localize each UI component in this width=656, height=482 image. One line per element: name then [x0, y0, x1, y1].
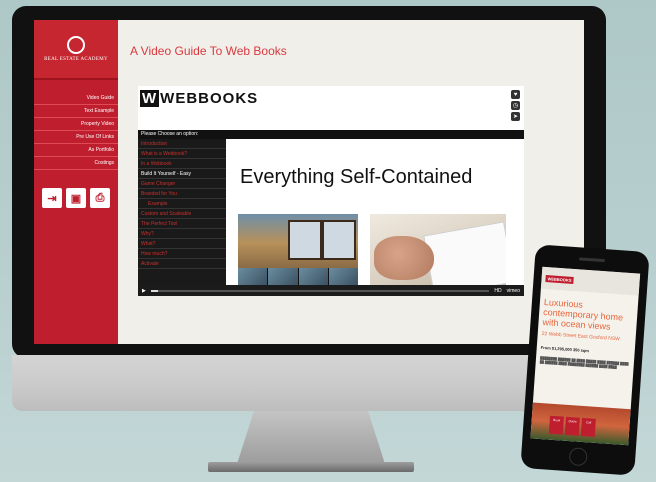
chapter-item[interactable]: Activate: [138, 259, 226, 269]
listing-address: 22 Webb Street East Gosford NSW: [541, 330, 621, 343]
webbooks-logo: W WEBBOOKS: [140, 90, 258, 107]
share-arrow-icon[interactable]: ➤: [511, 112, 520, 121]
thumbnail[interactable]: [298, 268, 328, 286]
imac-chin: [12, 355, 606, 411]
imac-stand-base: [208, 462, 414, 472]
chapter-item[interactable]: Game Changer: [138, 179, 226, 189]
document-shape: [423, 221, 506, 286]
share-icons: ⇥ ▣ ⎙: [34, 188, 118, 208]
hand-shape: [374, 236, 434, 280]
imac-stand: [236, 411, 386, 467]
call-button[interactable]: Call: [580, 417, 596, 437]
chapter-item-active[interactable]: Build It Yourself - Easy: [138, 169, 226, 179]
chapter-item[interactable]: Custom and Scaleable: [138, 209, 226, 219]
vimeo-logo[interactable]: vimeo: [507, 288, 520, 294]
imac-monitor: REAL ESTATE ACADEMY Video Guide Text Exa…: [12, 6, 606, 358]
interior-photo: [238, 214, 358, 286]
brand-logo[interactable]: REAL ESTATE ACADEMY: [34, 20, 118, 80]
player-controls: ▶ HD vimeo: [138, 285, 524, 296]
print-icon[interactable]: ⎙: [90, 188, 110, 208]
nav-property-video[interactable]: Property Video: [34, 118, 118, 131]
signing-photo: [370, 214, 506, 286]
phone-speaker: [578, 257, 606, 263]
phone-logo[interactable]: WEBBOOKS: [545, 274, 574, 284]
logo-icon: [67, 36, 85, 54]
progress-bar[interactable]: [150, 289, 490, 292]
heart-icon[interactable]: ♥: [511, 90, 520, 99]
listing-description: ████████ ██████ ██ ████ █████ ████ █████…: [539, 355, 629, 370]
save-icon[interactable]: ▣: [66, 188, 86, 208]
choose-option-bar: Please Choose an option:: [138, 130, 524, 139]
home-button[interactable]: [568, 447, 588, 467]
thumbnail[interactable]: [268, 268, 298, 286]
nav-costings[interactable]: Costings: [34, 157, 118, 170]
clock-icon[interactable]: ◷: [511, 101, 520, 110]
chapter-item[interactable]: Why?: [138, 229, 226, 239]
nav-video-guide[interactable]: Video Guide: [34, 92, 118, 105]
nav-text-example[interactable]: Text Example: [34, 105, 118, 118]
phone-header: WEBBOOKS: [540, 266, 641, 296]
phone-screen: WEBBOOKS Luxurious contemporary home wit…: [530, 266, 641, 446]
chapter-item[interactable]: What is a Webbook?: [138, 149, 226, 159]
thumbnail-strip: [238, 268, 358, 286]
chapter-item[interactable]: Branded for You: [138, 189, 226, 199]
listing-title: Luxurious contemporary home with ocean v…: [542, 297, 624, 332]
nav-pre-use-of-links[interactable]: Pre Use Of Links: [34, 131, 118, 144]
chapter-item[interactable]: The Perfect Tool: [138, 219, 226, 229]
site-nav: Video Guide Text Example Property Video …: [34, 92, 118, 170]
site-sidebar: REAL ESTATE ACADEMY Video Guide Text Exa…: [34, 20, 118, 344]
smartphone: WEBBOOKS Luxurious contemporary home wit…: [520, 244, 650, 476]
nav-as-portfolio[interactable]: As Portfolio: [34, 144, 118, 157]
chapter-item[interactable]: In a Webbook: [138, 159, 226, 169]
chapter-item[interactable]: What?: [138, 239, 226, 249]
logo-w-icon: W: [140, 90, 160, 107]
page-title: A Video Guide To Web Books: [130, 44, 287, 58]
progress-fill: [150, 289, 158, 292]
video-headline: Everything Self-Contained: [240, 166, 473, 188]
listing-price: From $1,295,000 350 sqm: [540, 344, 590, 354]
thumbnail[interactable]: [328, 268, 358, 286]
window-shape: [288, 220, 322, 260]
hd-toggle[interactable]: HD: [494, 288, 501, 294]
website-screen: REAL ESTATE ACADEMY Video Guide Text Exa…: [34, 20, 584, 344]
window-shape: [322, 220, 356, 260]
quote-button[interactable]: Quote: [564, 416, 580, 436]
exit-icon[interactable]: ⇥: [42, 188, 62, 208]
player-side-icons: ♥ ◷ ➤: [511, 90, 520, 121]
thumbnail[interactable]: [238, 268, 268, 286]
chapter-item[interactable]: Example: [138, 199, 226, 209]
chapter-item[interactable]: Introduction: [138, 139, 226, 149]
play-icon[interactable]: ▶: [142, 288, 146, 294]
webbooks-logo-text: WEBBOOKS: [160, 90, 259, 107]
chapter-item[interactable]: How much?: [138, 249, 226, 259]
brand-name: REAL ESTATE ACADEMY: [44, 57, 108, 62]
book-button[interactable]: Book: [548, 415, 564, 435]
listing-actions: Book Quote Call: [548, 415, 596, 437]
chapter-menu: Introduction What is a Webbook? In a Web…: [138, 139, 226, 285]
video-player: W WEBBOOKS ♥ ◷ ➤ Please Choose an option:…: [138, 86, 524, 296]
